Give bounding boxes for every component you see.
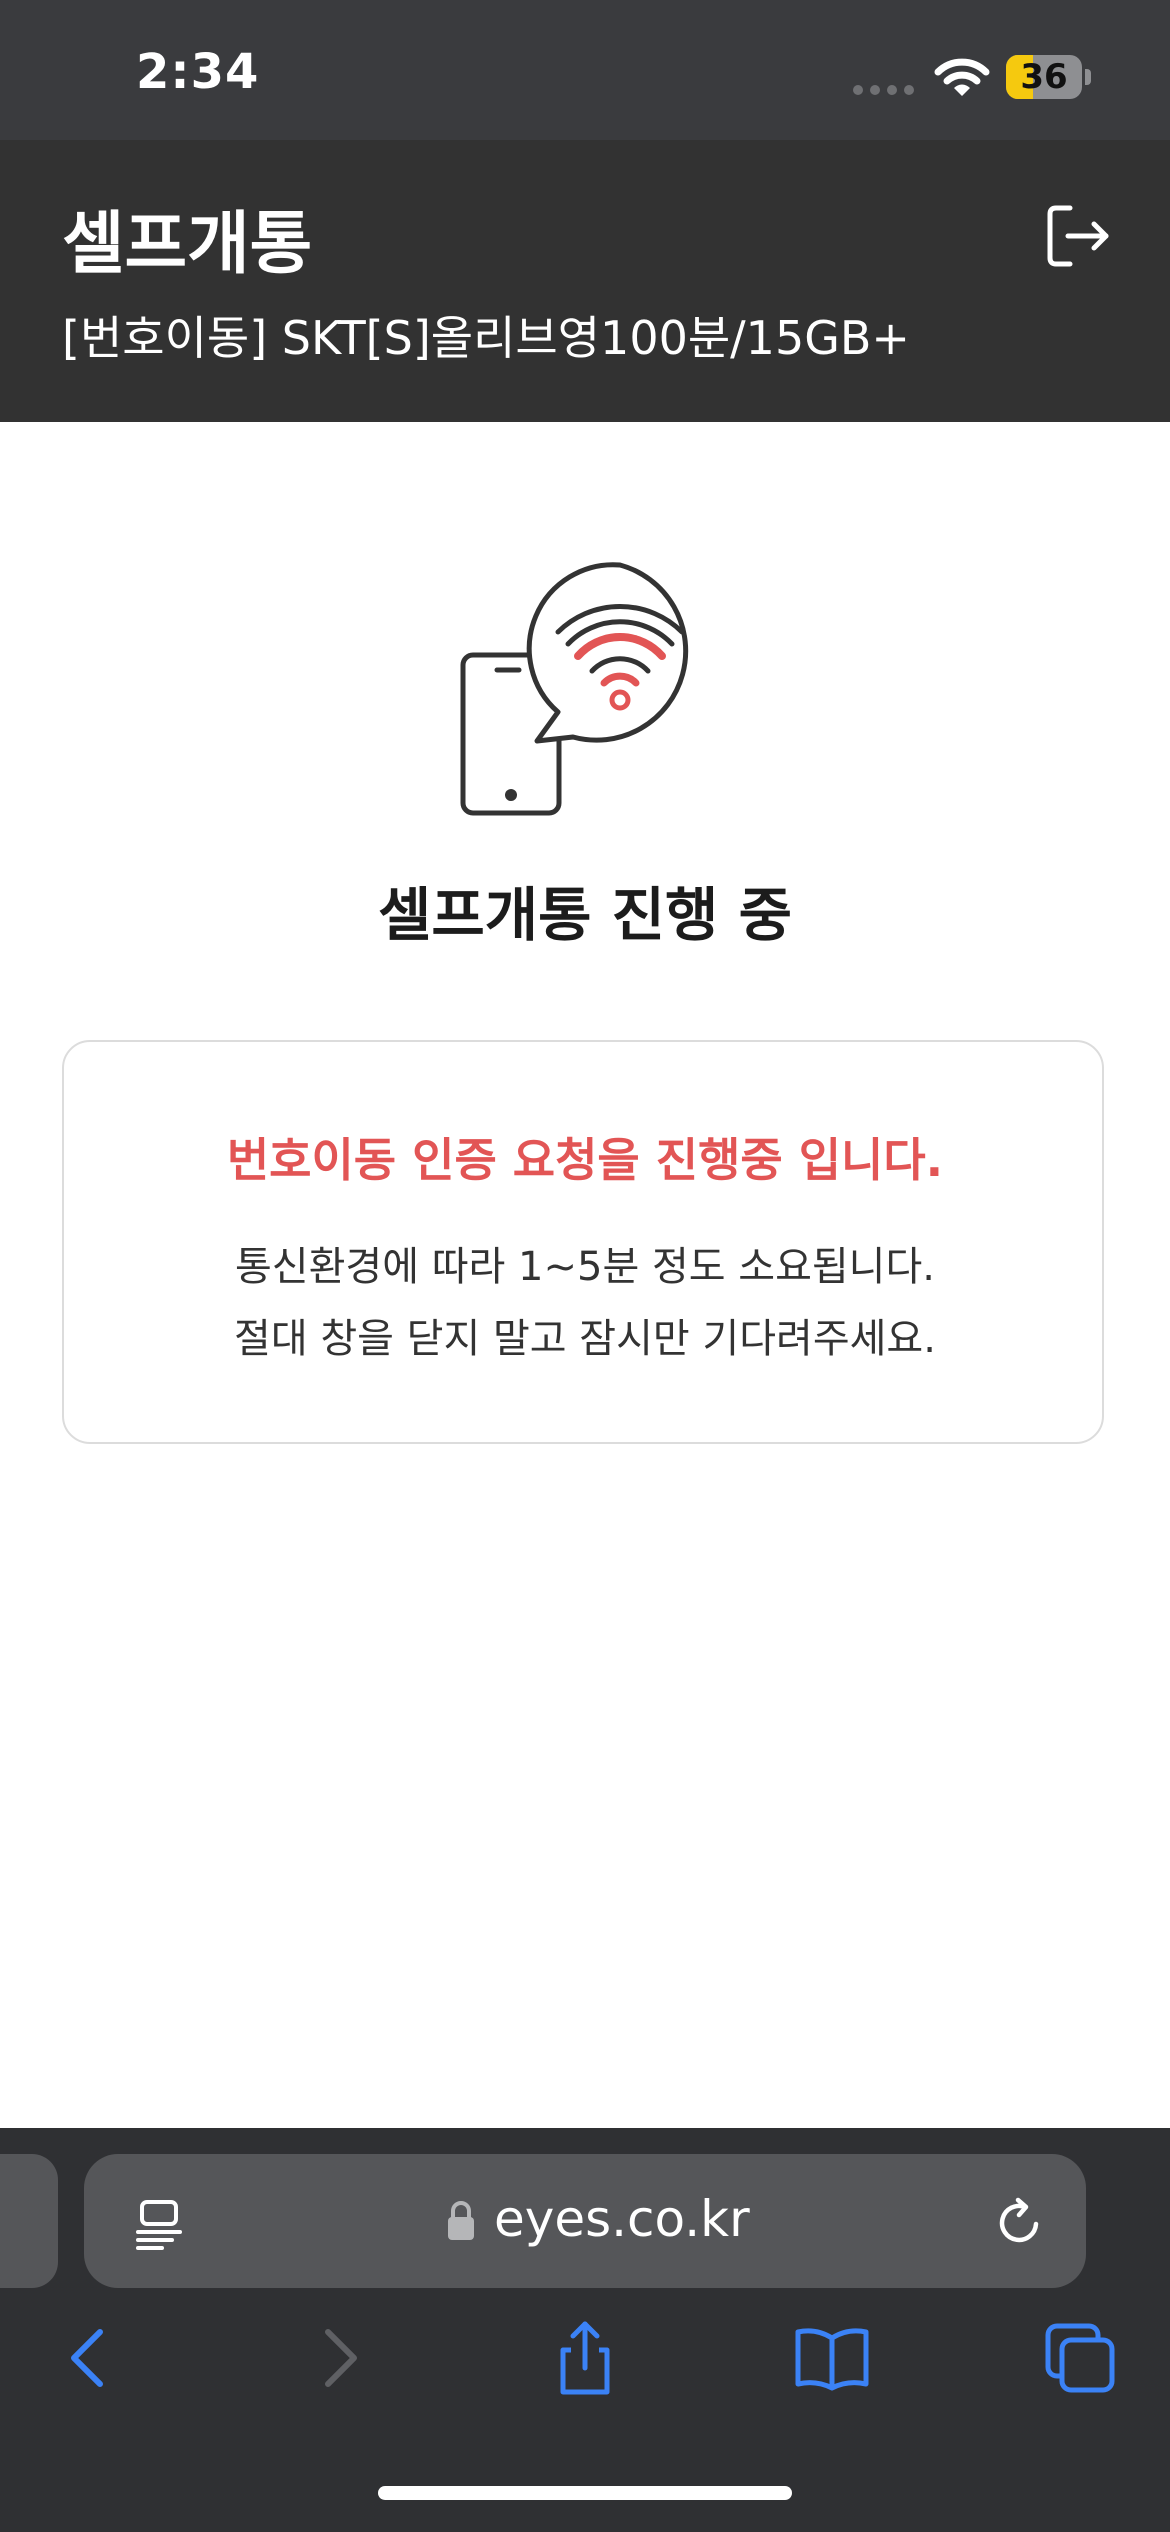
cellular-signal-icon: [853, 85, 914, 95]
battery-icon: 36: [1006, 55, 1092, 99]
tabs-icon[interactable]: [1040, 2318, 1120, 2398]
status-time: 2:34: [136, 44, 260, 100]
url-text[interactable]: eyes.co.kr: [494, 2190, 750, 2248]
reader-icon[interactable]: [132, 2196, 186, 2250]
wifi-icon: [934, 58, 990, 96]
status-bar: 2:34 36: [0, 0, 1170, 140]
home-indicator[interactable]: [378, 2486, 792, 2500]
app-header: 셀프개통 [번호이동] SKT[S]올리브영100분/15GB+: [0, 140, 1170, 422]
forward-icon[interactable]: [300, 2318, 380, 2398]
bookmarks-icon[interactable]: [792, 2318, 872, 2398]
status-headline: 번호이동 인증 요청을 진행중 입니다.: [226, 1133, 944, 1187]
previous-tab-preview[interactable]: [0, 2154, 58, 2288]
progress-title: 셀프개통 진행 중: [378, 881, 792, 949]
page-title: 셀프개통: [62, 205, 313, 284]
address-bar[interactable]: eyes.co.kr: [84, 2154, 1086, 2288]
battery-level: 36: [1020, 57, 1068, 97]
back-icon[interactable]: [48, 2318, 128, 2398]
status-message-line: 통신환경에 따라 1~5분 정도 소요됩니다.: [235, 1244, 935, 1290]
plan-subtitle: [번호이동] SKT[S]올리브영100분/15GB+: [62, 311, 910, 365]
phone-wifi-icon: [460, 562, 689, 816]
logout-icon[interactable]: [1040, 198, 1116, 274]
reload-icon[interactable]: [992, 2194, 1048, 2250]
status-message-line: 절대 창을 닫지 말고 잠시만 기다려주세요.: [234, 1316, 936, 1362]
share-icon[interactable]: [545, 2318, 625, 2398]
lock-icon: [448, 2201, 474, 2240]
